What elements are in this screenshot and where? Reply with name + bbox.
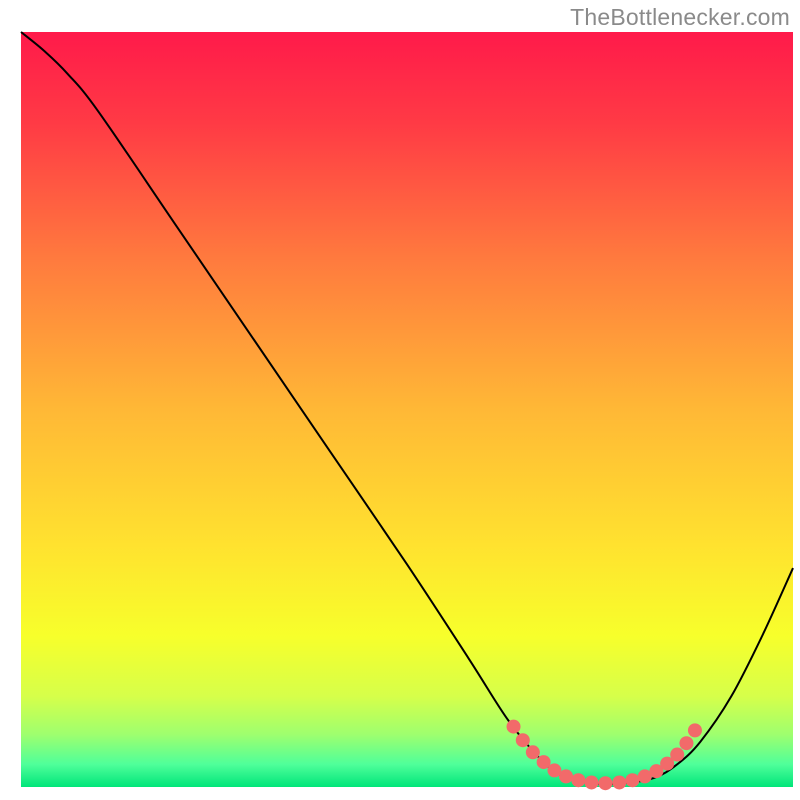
chart-svg [0, 0, 800, 800]
highlight-dot [507, 720, 521, 734]
highlight-dot [688, 723, 702, 737]
highlight-dot [526, 745, 540, 759]
highlight-dot [670, 748, 684, 762]
highlight-dot [516, 733, 530, 747]
plot-background [21, 32, 793, 787]
highlight-dot [679, 736, 693, 750]
highlight-dot [612, 775, 626, 789]
highlight-dot [571, 773, 585, 787]
highlight-dot [598, 776, 612, 790]
highlight-dot [585, 775, 599, 789]
chart-container: { "attribution": "TheBottlenecker.com", … [0, 0, 800, 800]
highlight-dot [559, 769, 573, 783]
highlight-dot [625, 773, 639, 787]
